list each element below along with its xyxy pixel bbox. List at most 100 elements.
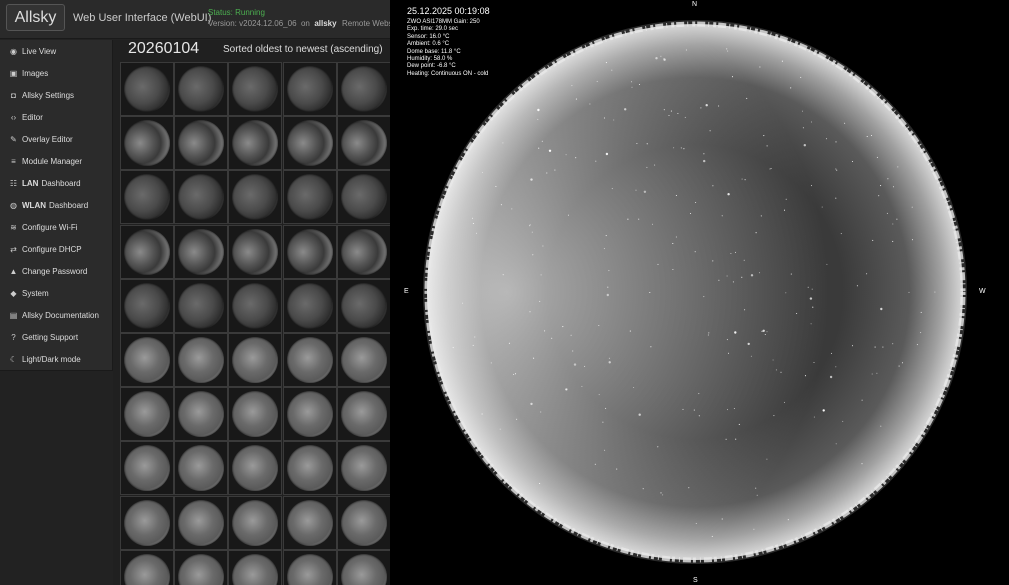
image-thumbnail[interactable]: [228, 62, 283, 116]
image-thumbnail[interactable]: [228, 170, 283, 225]
image-thumbnail[interactable]: [282, 170, 337, 225]
star: [760, 215, 762, 217]
star: [762, 329, 765, 332]
thumbnail-sky-image: [286, 228, 333, 275]
sidebar-item-configure-dhcp[interactable]: ⇄ Configure DHCP: [0, 238, 112, 260]
image-thumbnail[interactable]: [120, 170, 174, 225]
image-thumbnail[interactable]: [282, 333, 337, 387]
image-thumbnail[interactable]: [174, 441, 229, 496]
image-thumbnail[interactable]: [120, 387, 174, 442]
star: [638, 218, 640, 220]
image-thumbnail[interactable]: [336, 116, 390, 171]
star: [810, 121, 813, 123]
image-thumbnail[interactable]: [282, 495, 337, 550]
sidebar-item-editor[interactable]: ‹› Editor: [0, 106, 112, 128]
sidebar-item-overlay-editor[interactable]: ✎ Overlay Editor: [0, 128, 112, 150]
star: [474, 336, 476, 338]
image-thumbnail[interactable]: [282, 62, 337, 116]
image-thumbnail[interactable]: [282, 441, 337, 496]
star: [573, 363, 577, 366]
image-thumbnail[interactable]: [120, 278, 174, 333]
star: [880, 425, 882, 427]
image-thumbnail[interactable]: [120, 62, 174, 116]
sidebar-item-allsky-settings[interactable]: ◘ Allsky Settings: [0, 84, 112, 106]
star: [643, 190, 647, 193]
image-thumbnail[interactable]: [120, 333, 174, 387]
image-thumbnail[interactable]: [228, 441, 283, 496]
image-thumbnail[interactable]: [174, 116, 229, 171]
image-gallery: 20260104 Sorted oldest to newest (ascend…: [113, 40, 390, 585]
star: [624, 108, 627, 111]
image-thumbnail[interactable]: [336, 224, 390, 279]
star: [835, 197, 837, 199]
image-thumbnail[interactable]: [228, 278, 283, 333]
star: [575, 157, 577, 159]
image-thumbnail[interactable]: [174, 495, 229, 550]
sidebar-item-label: Images: [22, 68, 49, 78]
sidebar-item-label: Editor: [22, 112, 43, 122]
image-thumbnail[interactable]: [228, 333, 283, 387]
star: [730, 252, 732, 255]
image-thumbnail[interactable]: [174, 387, 229, 442]
sidebar-item-system[interactable]: ◆ System: [0, 282, 112, 304]
image-thumbnail[interactable]: [336, 495, 390, 550]
star: [616, 468, 618, 470]
sidebar-item-dashboard[interactable]: ☷ LAN Dashboard: [0, 172, 112, 194]
image-thumbnail[interactable]: [336, 278, 390, 333]
sidebar-item-getting-support[interactable]: ? Getting Support: [0, 326, 112, 348]
image-thumbnail[interactable]: [228, 387, 283, 442]
sidebar-item-dashboard[interactable]: ◍ WLAN Dashboard: [0, 194, 112, 216]
image-thumbnail[interactable]: [174, 278, 229, 333]
image-thumbnail[interactable]: [120, 549, 174, 585]
edit-icon: ✎: [10, 134, 17, 144]
image-thumbnail[interactable]: [336, 549, 390, 585]
sidebar-item-live-view[interactable]: ◉ Live View: [0, 40, 112, 62]
image-thumbnail[interactable]: [282, 116, 337, 171]
star: [594, 463, 596, 465]
image-thumbnail[interactable]: [282, 387, 337, 442]
star: [769, 168, 771, 170]
star: [727, 50, 729, 52]
image-thumbnail[interactable]: [120, 495, 174, 550]
image-thumbnail[interactable]: [228, 495, 283, 550]
image-thumbnail[interactable]: [282, 224, 337, 279]
star: [672, 242, 674, 245]
image-thumbnail[interactable]: [120, 116, 174, 171]
image-thumbnail[interactable]: [282, 278, 337, 333]
image-thumbnail[interactable]: [228, 224, 283, 279]
star: [663, 109, 665, 111]
image-thumbnail[interactable]: [336, 387, 390, 442]
allsky-brand-button[interactable]: Allsky: [6, 4, 65, 31]
image-thumbnail[interactable]: [174, 333, 229, 387]
image-thumbnail[interactable]: [174, 549, 229, 585]
thumbnail-sky-image: [124, 337, 170, 383]
thumbnail-sky-image: [178, 337, 225, 383]
image-thumbnail[interactable]: [336, 333, 390, 387]
star: [595, 160, 597, 162]
star: [920, 332, 922, 334]
image-thumbnail[interactable]: [174, 62, 229, 116]
image-thumbnail[interactable]: [336, 62, 390, 116]
image-thumbnail[interactable]: [228, 116, 283, 171]
image-thumbnail[interactable]: [174, 224, 229, 279]
star: [851, 345, 854, 347]
sidebar-item-images[interactable]: ▣ Images: [0, 62, 112, 84]
image-thumbnail[interactable]: [282, 549, 337, 585]
image-thumbnail[interactable]: [174, 170, 229, 225]
image-thumbnail[interactable]: [120, 224, 174, 279]
image-thumbnail[interactable]: [228, 549, 283, 585]
sidebar-item-allsky-documentation[interactable]: ▤ Allsky Documentation: [0, 304, 112, 326]
star: [540, 411, 542, 413]
sidebar-item-change-password[interactable]: ▲ Change Password: [0, 260, 112, 282]
thumbnail-sky-image: [232, 499, 279, 546]
star: [835, 141, 837, 143]
image-thumbnail[interactable]: [120, 441, 174, 496]
sidebar-item-light-dark-mode[interactable]: ☾ Light/Dark mode: [0, 348, 112, 370]
star: [629, 330, 631, 332]
star: [755, 232, 757, 234]
image-thumbnail[interactable]: [336, 170, 390, 225]
sidebar-item-module-manager[interactable]: ≡ Module Manager: [0, 150, 112, 172]
thumbnail-sky-image: [286, 282, 333, 329]
sidebar-item-configure-wi-fi[interactable]: ≋ Configure Wi-Fi: [0, 216, 112, 238]
image-thumbnail[interactable]: [336, 441, 390, 496]
